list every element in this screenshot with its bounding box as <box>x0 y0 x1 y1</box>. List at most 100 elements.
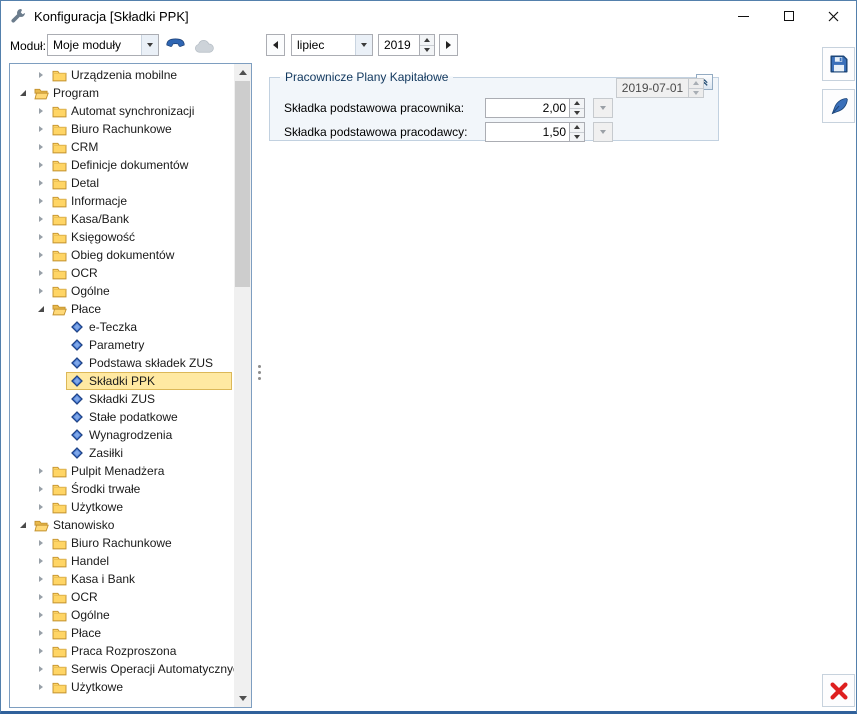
tree-item[interactable]: Ogólne <box>10 282 234 300</box>
minimize-button[interactable] <box>721 1 766 31</box>
expand-arrow-icon[interactable] <box>34 162 48 168</box>
expand-arrow-icon[interactable] <box>34 252 48 258</box>
employer-date-dropdown <box>593 122 613 142</box>
module-select[interactable]: Moje moduły <box>47 34 159 56</box>
prev-month-button[interactable] <box>266 34 285 56</box>
chevron-down-icon[interactable] <box>355 35 372 55</box>
tree-item-label: Praca Rozproszona <box>71 644 176 658</box>
collapse-arrow-icon[interactable] <box>34 306 48 312</box>
decrement-button[interactable] <box>570 108 584 118</box>
tree-item[interactable]: Handel <box>10 552 234 570</box>
expand-arrow-icon[interactable] <box>34 558 48 564</box>
expand-arrow-icon[interactable] <box>34 234 48 240</box>
collapse-arrow-icon[interactable] <box>16 90 30 96</box>
decrement-button[interactable] <box>570 132 584 142</box>
tree-item[interactable]: Biuro Rachunkowe <box>10 534 234 552</box>
scroll-thumb[interactable] <box>235 81 250 287</box>
tree-item[interactable]: CRM <box>10 138 234 156</box>
year-increment-button[interactable] <box>420 35 434 45</box>
expand-arrow-icon[interactable] <box>34 612 48 618</box>
collapse-arrow-icon[interactable] <box>16 522 30 528</box>
expand-arrow-icon[interactable] <box>34 594 48 600</box>
tree-item-label: Pulpit Menadżera <box>71 464 164 478</box>
year-decrement-button[interactable] <box>420 45 434 56</box>
expand-arrow-icon[interactable] <box>34 180 48 186</box>
employer-contribution-value[interactable] <box>486 123 569 141</box>
tree-item[interactable]: Podstawa składek ZUS <box>10 354 234 372</box>
tree-item[interactable]: Parametry <box>10 336 234 354</box>
expand-arrow-icon[interactable] <box>34 468 48 474</box>
expand-arrow-icon[interactable] <box>34 540 48 546</box>
employee-contribution-input[interactable] <box>485 98 585 118</box>
maximize-button[interactable] <box>766 1 811 31</box>
save-button[interactable] <box>822 47 855 81</box>
folder-icon <box>51 555 67 568</box>
employer-contribution-input[interactable] <box>485 122 585 142</box>
tree-item[interactable]: OCR <box>10 588 234 606</box>
expand-arrow-icon[interactable] <box>34 486 48 492</box>
tree-item[interactable]: OCR <box>10 264 234 282</box>
tree-item[interactable]: e-Teczka <box>10 318 234 336</box>
tree-item[interactable]: Definicje dokumentów <box>10 156 234 174</box>
expand-arrow-icon[interactable] <box>34 684 48 690</box>
tree-item[interactable]: Pulpit Menadżera <box>10 462 234 480</box>
increment-button[interactable] <box>570 99 584 108</box>
window-title: Konfiguracja [Składki PPK] <box>34 9 189 24</box>
tree-scrollbar[interactable] <box>234 64 251 707</box>
close-button[interactable] <box>811 1 856 31</box>
tree-item[interactable]: Detal <box>10 174 234 192</box>
splitter-handle[interactable] <box>255 363 263 385</box>
tree-item-label: Handel <box>71 554 109 568</box>
expand-arrow-icon[interactable] <box>34 666 48 672</box>
tree-item[interactable]: Księgowość <box>10 228 234 246</box>
tree-item[interactable]: Stanowisko <box>10 516 234 534</box>
minimize-icon <box>738 16 749 17</box>
tree-item[interactable]: Użytkowe <box>10 678 234 696</box>
tree-item[interactable]: Zasiłki <box>10 444 234 462</box>
tree-item[interactable]: Składki PPK <box>10 372 234 390</box>
phone-button[interactable] <box>162 33 188 57</box>
tree-item[interactable]: Składki ZUS <box>10 390 234 408</box>
tree-item[interactable]: Obieg dokumentów <box>10 246 234 264</box>
expand-arrow-icon[interactable] <box>34 504 48 510</box>
tree-item[interactable]: Stałe podatkowe <box>10 408 234 426</box>
tree-item[interactable]: Informacje <box>10 192 234 210</box>
scroll-down-icon <box>239 696 247 701</box>
cancel-button[interactable] <box>822 674 855 707</box>
tree-item[interactable]: Kasa/Bank <box>10 210 234 228</box>
tree-item[interactable]: Płace <box>10 300 234 318</box>
year-spinner[interactable]: 2019 <box>378 34 435 56</box>
scroll-down-button[interactable] <box>234 690 251 707</box>
tree-item[interactable]: Urządzenia mobilne <box>10 66 234 84</box>
tree-item[interactable]: Program <box>10 84 234 102</box>
next-month-button[interactable] <box>439 34 458 56</box>
tree-item[interactable]: Biuro Rachunkowe <box>10 120 234 138</box>
expand-arrow-icon[interactable] <box>34 72 48 78</box>
scroll-up-button[interactable] <box>234 64 251 81</box>
expand-arrow-icon[interactable] <box>34 198 48 204</box>
employee-contribution-value[interactable] <box>486 99 569 117</box>
expand-arrow-icon[interactable] <box>34 126 48 132</box>
expand-arrow-icon[interactable] <box>34 144 48 150</box>
expand-arrow-icon[interactable] <box>34 576 48 582</box>
chevron-down-icon[interactable] <box>141 35 158 55</box>
expand-arrow-icon[interactable] <box>34 630 48 636</box>
tree-item[interactable]: Płace <box>10 624 234 642</box>
tree-item[interactable]: Użytkowe <box>10 498 234 516</box>
expand-arrow-icon[interactable] <box>34 270 48 276</box>
increment-button[interactable] <box>570 123 584 132</box>
tree-item[interactable]: Serwis Operacji Automatycznych <box>10 660 234 678</box>
tree-item[interactable]: Praca Rozproszona <box>10 642 234 660</box>
tree-item[interactable]: Środki trwałe <box>10 480 234 498</box>
tree-item[interactable]: Ogólne <box>10 606 234 624</box>
expand-arrow-icon[interactable] <box>34 288 48 294</box>
expand-arrow-icon[interactable] <box>34 648 48 654</box>
tree-item[interactable]: Kasa i Bank <box>10 570 234 588</box>
title-bar[interactable]: Konfiguracja [Składki PPK] <box>1 1 856 31</box>
tree-item[interactable]: Wynagrodzenia <box>10 426 234 444</box>
tree-item[interactable]: Automat synchronizacji <box>10 102 234 120</box>
pen-button[interactable] <box>822 89 855 123</box>
expand-arrow-icon[interactable] <box>34 216 48 222</box>
expand-arrow-icon[interactable] <box>34 108 48 114</box>
month-select[interactable]: lipiec <box>291 34 373 56</box>
